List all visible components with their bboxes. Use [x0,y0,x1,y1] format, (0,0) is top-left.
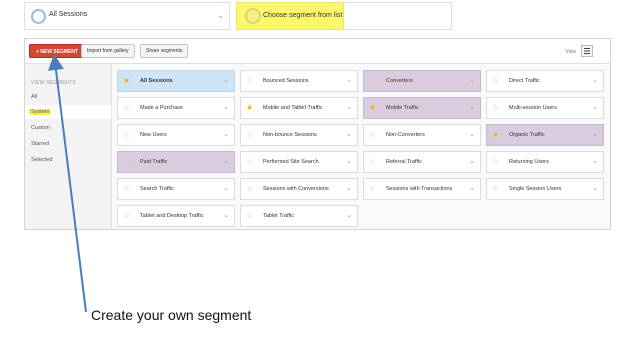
annotation-arrow [48,54,87,313]
annotation-caption: Create your own segment [91,307,252,323]
